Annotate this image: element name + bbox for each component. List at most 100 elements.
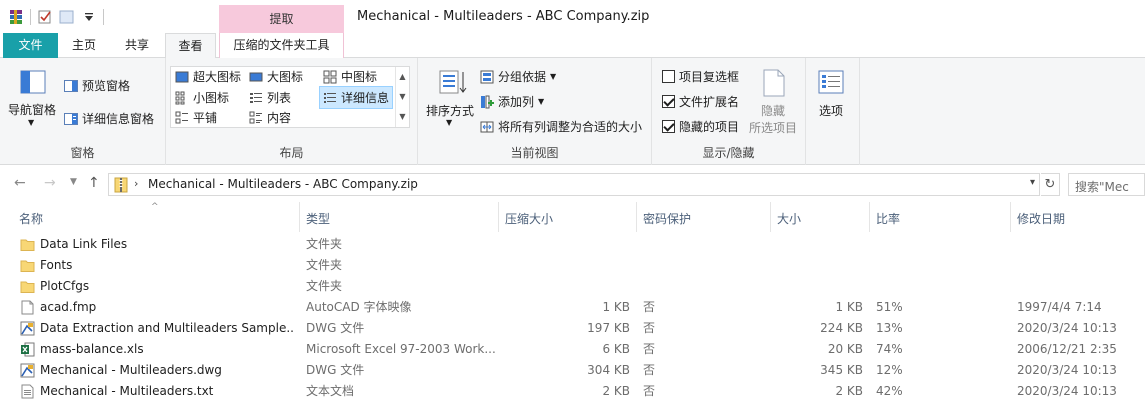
details-pane-button[interactable]: 详细信息窗格 xyxy=(64,110,154,127)
tiles-icon xyxy=(175,111,189,125)
file-name: Fonts xyxy=(40,258,73,272)
layout-small-icons[interactable]: 小图标 xyxy=(175,89,229,106)
layout-details[interactable]: 详细信息 xyxy=(319,86,394,109)
hidden-items-checkbox[interactable] xyxy=(662,120,675,133)
tab-compressed-folder-tools[interactable]: 压缩的文件夹工具 xyxy=(219,33,344,58)
gallery-expand-icon[interactable]: ▼ xyxy=(396,107,409,127)
file-size: 345 KB xyxy=(820,363,863,377)
table-row[interactable]: PlotCfgs 文件夹 xyxy=(0,276,1145,297)
file-type: 文件夹 xyxy=(306,258,343,272)
add-column-icon xyxy=(480,95,494,109)
zip-folder-icon xyxy=(114,177,128,193)
tab-file[interactable]: 文件 xyxy=(3,33,58,58)
recent-locations-chevron-icon[interactable]: ▼ xyxy=(70,177,77,187)
layout-list[interactable]: 列表 xyxy=(249,89,291,106)
breadcrumb-chevron-icon[interactable]: › xyxy=(134,177,138,190)
preview-pane-icon xyxy=(64,79,78,93)
column-header-name[interactable]: 名称 xyxy=(19,206,43,232)
table-row[interactable]: Mechanical - Multileaders.dwg DWG 文件 304… xyxy=(0,360,1145,381)
table-row[interactable]: Data Extraction and Multileaders Sample.… xyxy=(0,318,1145,339)
scroll-down-icon[interactable]: ▼ xyxy=(396,87,409,107)
table-row[interactable]: Fonts 文件夹 xyxy=(0,255,1145,276)
forward-arrow-icon[interactable]: → xyxy=(44,175,56,191)
file-size: 224 KB xyxy=(820,321,863,335)
layout-medium-icons[interactable]: 中图标 xyxy=(323,68,377,85)
properties-icon[interactable] xyxy=(37,9,53,25)
table-row[interactable]: Data Link Files 文件夹 xyxy=(0,234,1145,255)
search-input[interactable]: 搜索"Mec xyxy=(1075,178,1129,195)
file-password: 否 xyxy=(643,384,656,398)
file-extensions-checkbox[interactable] xyxy=(662,95,675,108)
column-divider[interactable] xyxy=(770,202,771,232)
layout-content[interactable]: 内容 xyxy=(249,109,291,126)
panes-group: 导航窗格 ▼ 预览窗格 详细信息窗格 窗格 xyxy=(0,58,166,165)
preview-pane-button[interactable]: 预览窗格 xyxy=(64,77,130,94)
item-checkboxes-checkbox[interactable] xyxy=(662,70,675,83)
file-extensions-label: 文件扩展名 xyxy=(679,95,740,109)
address-bar[interactable]: › Mechanical - Multileaders - ABC Compan… xyxy=(108,173,1040,196)
winrar-app-icon[interactable] xyxy=(8,9,24,25)
customize-qat-icon[interactable] xyxy=(81,9,97,25)
add-column-button[interactable]: 添加列 ▼ xyxy=(480,93,544,110)
file-extensions-toggle[interactable]: 文件扩展名 xyxy=(662,93,739,110)
column-header-modified[interactable]: 修改日期 xyxy=(1017,206,1065,232)
chevron-down-icon: ▼ xyxy=(538,97,545,106)
column-divider[interactable] xyxy=(498,202,499,232)
column-divider[interactable] xyxy=(869,202,870,232)
dwg-file-icon xyxy=(20,363,35,378)
column-header-type[interactable]: 类型 xyxy=(306,206,330,232)
table-row[interactable]: acad.fmp AutoCAD 字体映像 1 KB 否 1 KB 51% 19… xyxy=(0,297,1145,318)
new-folder-icon[interactable] xyxy=(59,9,75,25)
tab-share[interactable]: 共享 xyxy=(112,33,162,58)
group-by-button[interactable]: 分组依据 ▼ xyxy=(480,68,556,85)
tab-home[interactable]: 主页 xyxy=(61,33,107,58)
hide-selected-items-button[interactable]: 隐藏 所选项目 xyxy=(747,66,803,136)
fit-columns-label: 将所有列调整为合适的大小 xyxy=(498,120,643,134)
table-row[interactable]: Mechanical - Multileaders.txt 文本文档 2 KB … xyxy=(0,381,1145,402)
fit-columns-button[interactable]: 将所有列调整为合适的大小 xyxy=(480,118,642,135)
large-icons-icon xyxy=(249,70,263,84)
address-dropdown-icon[interactable]: ▾ xyxy=(1030,177,1035,188)
column-divider[interactable] xyxy=(1010,202,1011,232)
file-size: 1 KB xyxy=(835,300,863,314)
file-name: Mechanical - Multileaders.txt xyxy=(40,384,214,398)
column-header-password[interactable]: 密码保护 xyxy=(643,206,691,232)
file-date: 2020/3/24 10:13 xyxy=(1017,321,1117,335)
file-size: 20 KB xyxy=(827,342,863,356)
column-header-row: ^ 名称 类型 压缩大小 密码保护 大小 比率 修改日期 xyxy=(0,202,1145,232)
layout-extra-large-icons[interactable]: 超大图标 xyxy=(175,68,241,85)
layout-large-icons[interactable]: 大图标 xyxy=(249,68,303,85)
up-arrow-icon[interactable]: ↑ xyxy=(88,175,100,191)
details-pane-icon xyxy=(64,112,78,126)
table-row[interactable]: mass-balance.xls Microsoft Excel 97-2003… xyxy=(0,339,1145,360)
dwg-file-icon xyxy=(20,321,35,336)
tab-view[interactable]: 查看 xyxy=(165,33,216,59)
refresh-icon[interactable]: ↻ xyxy=(1041,173,1060,196)
file-ratio: 12% xyxy=(876,363,903,377)
layout-tiles[interactable]: 平铺 xyxy=(175,109,217,126)
navigation-pane-button[interactable]: 导航窗格 ▼ xyxy=(6,66,58,132)
search-box[interactable]: 搜索"Mec xyxy=(1068,173,1145,196)
layout-item-label: 平铺 xyxy=(193,111,218,125)
column-divider[interactable] xyxy=(299,202,300,232)
column-header-size[interactable]: 大小 xyxy=(777,206,801,232)
file-name: Data Link Files xyxy=(40,237,128,251)
file-type: 文件夹 xyxy=(306,279,343,293)
medium-icons-icon xyxy=(323,70,337,84)
preview-pane-label: 预览窗格 xyxy=(82,79,131,93)
address-path[interactable]: Mechanical - Multileaders - ABC Company.… xyxy=(148,177,418,191)
item-checkboxes-toggle[interactable]: 项目复选框 xyxy=(662,68,739,85)
qat-separator xyxy=(103,9,104,25)
hidden-items-toggle[interactable]: 隐藏的项目 xyxy=(662,118,739,135)
small-icons-icon xyxy=(175,91,189,105)
column-divider[interactable] xyxy=(636,202,637,232)
column-header-compressed-size[interactable]: 压缩大小 xyxy=(505,206,553,232)
layout-gallery-scroller[interactable]: ▲ ▼ ▼ xyxy=(395,67,409,127)
navigation-bar: ← → ▼ ↑ › Mechanical - Multileaders - AB… xyxy=(0,166,1145,202)
layout-item-label: 中图标 xyxy=(341,70,378,84)
column-header-ratio[interactable]: 比率 xyxy=(876,206,900,232)
scroll-up-icon[interactable]: ▲ xyxy=(396,67,409,87)
sort-by-button[interactable]: 排序方式 ▼ xyxy=(424,66,476,132)
back-arrow-icon[interactable]: ← xyxy=(14,175,26,191)
options-button[interactable]: 选项 xyxy=(808,66,854,136)
